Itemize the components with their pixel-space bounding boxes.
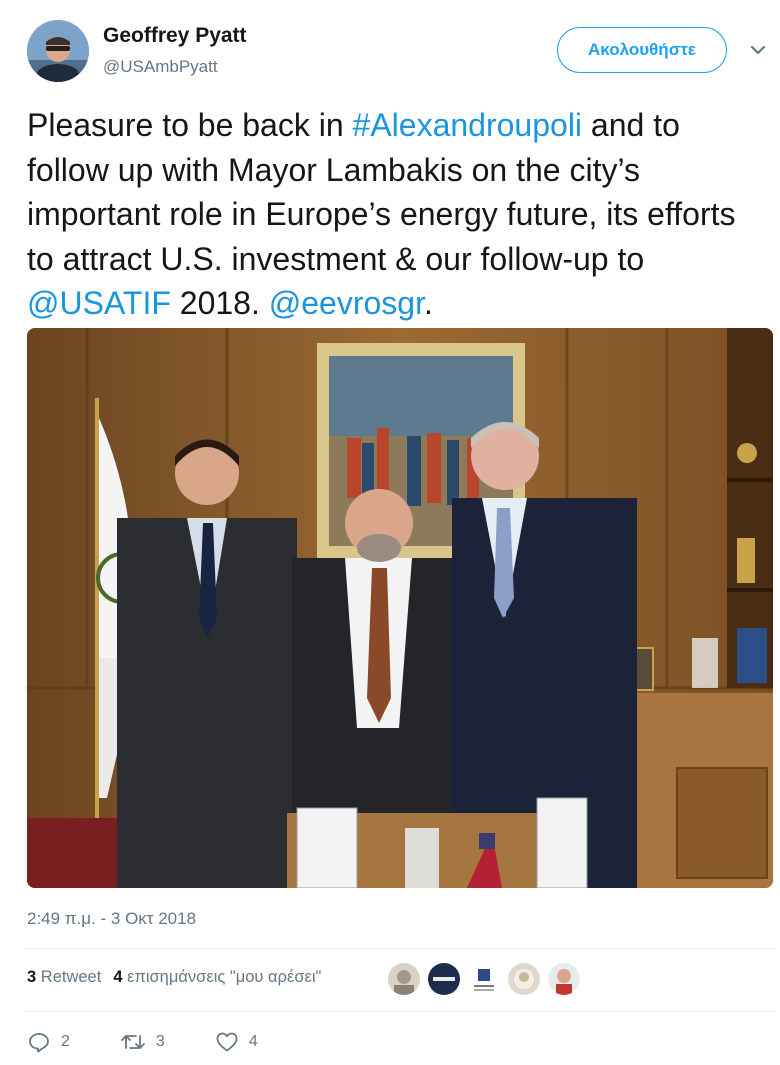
- mention-link[interactable]: @USATIF: [27, 285, 171, 321]
- retweet-action[interactable]: 3: [120, 1030, 165, 1054]
- divider: [27, 1011, 773, 1012]
- tweet-text-segment: 2018.: [170, 285, 269, 322]
- user-handle[interactable]: @USAmbPyatt: [103, 57, 218, 77]
- divider: [27, 948, 773, 949]
- retweet-count: 3: [155, 1033, 165, 1050]
- likes-label: επισημάνσεις "μου αρέσει": [127, 968, 322, 986]
- liker-avatar[interactable]: [508, 963, 540, 995]
- likes-stat[interactable]: 4 επισημάνσεις "μου αρέσει": [113, 968, 321, 987]
- tweet-text-segment: Pleasure to be back in: [27, 107, 353, 143]
- tweet-timestamp[interactable]: 2:49 π.μ. - 3 Οκτ 2018: [27, 909, 196, 929]
- engagement-stats: 3 Retweet 4 επισημάνσεις "μου αρέσει": [27, 968, 321, 987]
- liker-avatar[interactable]: [388, 963, 420, 995]
- liker-avatar[interactable]: [468, 963, 500, 995]
- retweets-stat[interactable]: 3 Retweet: [27, 968, 101, 987]
- reply-icon[interactable]: [27, 1030, 51, 1054]
- liker-avatar[interactable]: [428, 963, 460, 995]
- liker-avatar[interactable]: [548, 963, 580, 995]
- retweet-icon[interactable]: [120, 1030, 146, 1054]
- like-action[interactable]: 4: [215, 1030, 258, 1054]
- chevron-down-icon[interactable]: [748, 40, 768, 60]
- tweet-text-segment: .: [423, 285, 433, 322]
- likes-count: 4: [113, 968, 123, 986]
- follow-button[interactable]: Ακολουθήστε: [557, 27, 727, 73]
- heart-icon[interactable]: [215, 1030, 239, 1054]
- retweets-count: 3: [27, 968, 37, 986]
- like-count: 4: [248, 1033, 258, 1050]
- profile-avatar[interactable]: [27, 20, 89, 82]
- mention-link[interactable]: @eevrosgr: [269, 285, 424, 321]
- retweets-label: Retweet: [40, 968, 102, 986]
- avatar-photo: [27, 20, 89, 82]
- reply-count: 2: [61, 1033, 70, 1050]
- reply-action[interactable]: 2: [27, 1030, 70, 1054]
- tweet-photo[interactable]: [27, 328, 773, 888]
- liker-avatars: [388, 963, 580, 995]
- display-name[interactable]: Geoffrey Pyatt: [103, 24, 247, 48]
- office-meeting-photo: [27, 328, 773, 888]
- tweet-actions: 2 3 4: [27, 1030, 308, 1054]
- tweet-text: Pleasure to be back in #Alexandroupoli a…: [27, 103, 767, 326]
- hashtag-link[interactable]: #Alexandroupoli: [353, 107, 583, 143]
